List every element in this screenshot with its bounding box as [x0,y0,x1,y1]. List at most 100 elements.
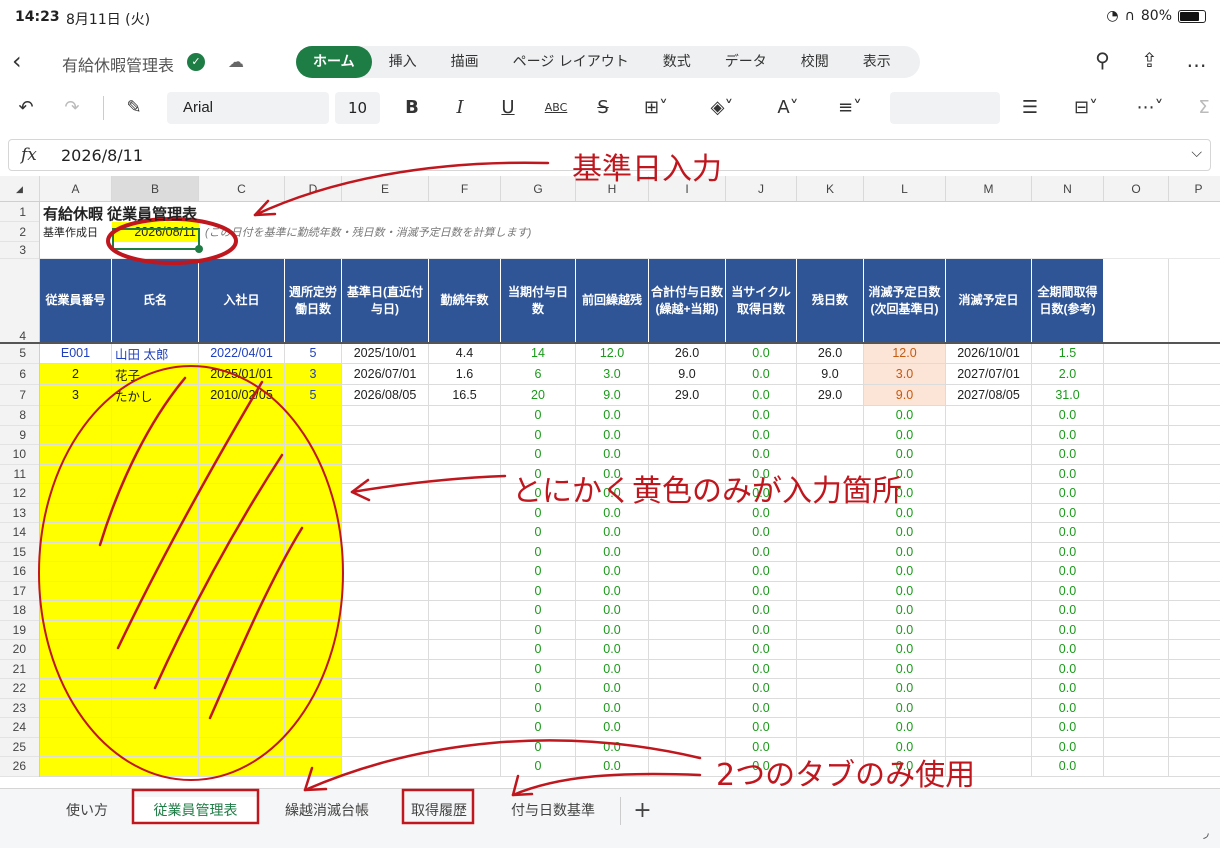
cell[interactable] [1169,202,1220,222]
input-cell[interactable] [285,464,342,484]
cell[interactable] [946,601,1032,621]
cell[interactable] [797,523,864,543]
input-cell[interactable] [199,698,285,718]
formula-cell[interactable]: 0.0 [1032,425,1104,445]
input-cell[interactable] [40,542,112,562]
cell[interactable] [946,503,1032,523]
formula-cell[interactable]: 0.0 [576,445,649,465]
cell[interactable] [797,202,864,222]
formula-cell[interactable]: 0.0 [726,425,797,445]
cell[interactable] [1104,242,1169,259]
employee-cell[interactable]: 2025/01/01 [199,364,285,385]
input-cell[interactable] [285,698,342,718]
sheet-tab-3[interactable]: 取得履歴 [390,797,488,825]
row-header[interactable]: 20 [0,640,39,660]
cell[interactable] [1169,406,1220,426]
redo-icon[interactable]: ↷ [58,92,86,124]
cell[interactable] [342,425,429,445]
cell[interactable] [1169,640,1220,660]
input-cell[interactable] [285,737,342,757]
cell[interactable] [946,542,1032,562]
row-header[interactable]: 2 [0,222,39,242]
row-header[interactable]: 8 [0,406,39,426]
formula-cell[interactable]: 0.0 [576,659,649,679]
cell[interactable] [946,679,1032,699]
formula-cell[interactable]: 0.0 [1032,542,1104,562]
row-header[interactable]: 4 [0,259,39,343]
formula-cell[interactable]: 0.0 [576,737,649,757]
cell[interactable] [1104,445,1169,465]
cell[interactable] [726,242,797,259]
employee-cell[interactable]: 29.0 [797,385,864,406]
input-cell[interactable] [285,523,342,543]
input-cell[interactable] [285,445,342,465]
formula-cell[interactable]: 0.0 [1032,484,1104,504]
column-title[interactable]: 前回繰越残 [576,259,649,343]
employee-cell[interactable]: 3 [40,385,112,406]
input-cell[interactable] [199,445,285,465]
document-title[interactable]: 有給休暇管理表 [62,52,174,76]
formula-cell[interactable]: 0.0 [576,581,649,601]
cell[interactable] [342,484,429,504]
employee-cell[interactable]: 0.0 [726,385,797,406]
cell[interactable] [649,242,726,259]
row-header[interactable]: 22 [0,679,39,699]
cell[interactable] [342,640,429,660]
cell[interactable] [946,464,1032,484]
formula-cell[interactable]: 0.0 [864,523,946,543]
column-title[interactable]: 入社日 [199,259,285,343]
column-header-d[interactable]: D [285,176,342,201]
column-title[interactable]: 勤続年数 [429,259,501,343]
employee-cell[interactable]: 29.0 [649,385,726,406]
cell[interactable] [342,222,429,242]
cell[interactable] [797,659,864,679]
formula-cell[interactable]: 0.0 [726,445,797,465]
cell[interactable] [1104,640,1169,660]
cell[interactable] [797,562,864,582]
back-icon[interactable]: ‹ [12,49,22,73]
cell[interactable] [342,757,429,777]
tab-5[interactable]: データ [708,46,784,78]
row-header[interactable]: 17 [0,582,39,601]
cell[interactable] [1104,757,1169,777]
input-cell[interactable] [40,445,112,465]
column-title[interactable]: 当サイクル取得日数 [726,259,797,343]
cell[interactable] [342,601,429,621]
formula-cell[interactable]: 0 [501,718,576,738]
input-cell[interactable] [285,640,342,660]
formula-cell[interactable]: 0.0 [726,698,797,718]
sheet-tab-1[interactable]: 従業員管理表 [133,797,258,825]
input-cell[interactable] [112,445,199,465]
employee-cell[interactable]: たかし [112,385,199,406]
formula-cell[interactable]: 0.0 [864,698,946,718]
cell[interactable] [429,679,501,699]
fill-color-icon[interactable]: ◈˅ [700,92,744,124]
cell[interactable] [429,425,501,445]
employee-cell[interactable]: 2026/10/01 [946,343,1032,364]
employee-cell[interactable]: 26.0 [649,343,726,364]
formula-cell[interactable]: 0.0 [1032,620,1104,640]
cell[interactable] [576,242,649,259]
sheet-tab-2[interactable]: 繰越消滅台帳 [265,797,389,825]
formula-cell[interactable]: 0.0 [1032,737,1104,757]
input-cell[interactable] [285,542,342,562]
cell[interactable] [946,698,1032,718]
formula-cell[interactable]: 0.0 [726,562,797,582]
cell[interactable] [285,222,342,242]
base-date-label[interactable]: 基準作成日 [40,222,112,242]
formula-cell[interactable]: 0.0 [1032,718,1104,738]
cell[interactable] [1032,222,1104,242]
cell[interactable] [1104,406,1169,426]
cell[interactable] [797,242,864,259]
cell[interactable] [797,406,864,426]
cell[interactable] [1104,523,1169,543]
input-cell[interactable] [112,620,199,640]
column-header-l[interactable]: L [864,176,946,201]
formula-cell[interactable]: 0.0 [1032,581,1104,601]
cell[interactable] [946,484,1032,504]
employee-cell[interactable]: 31.0 [1032,385,1104,406]
cell[interactable] [1169,562,1220,582]
column-title[interactable]: 従業員番号 [40,259,112,343]
input-cell[interactable] [40,581,112,601]
formula-cell[interactable]: 0.0 [1032,464,1104,484]
